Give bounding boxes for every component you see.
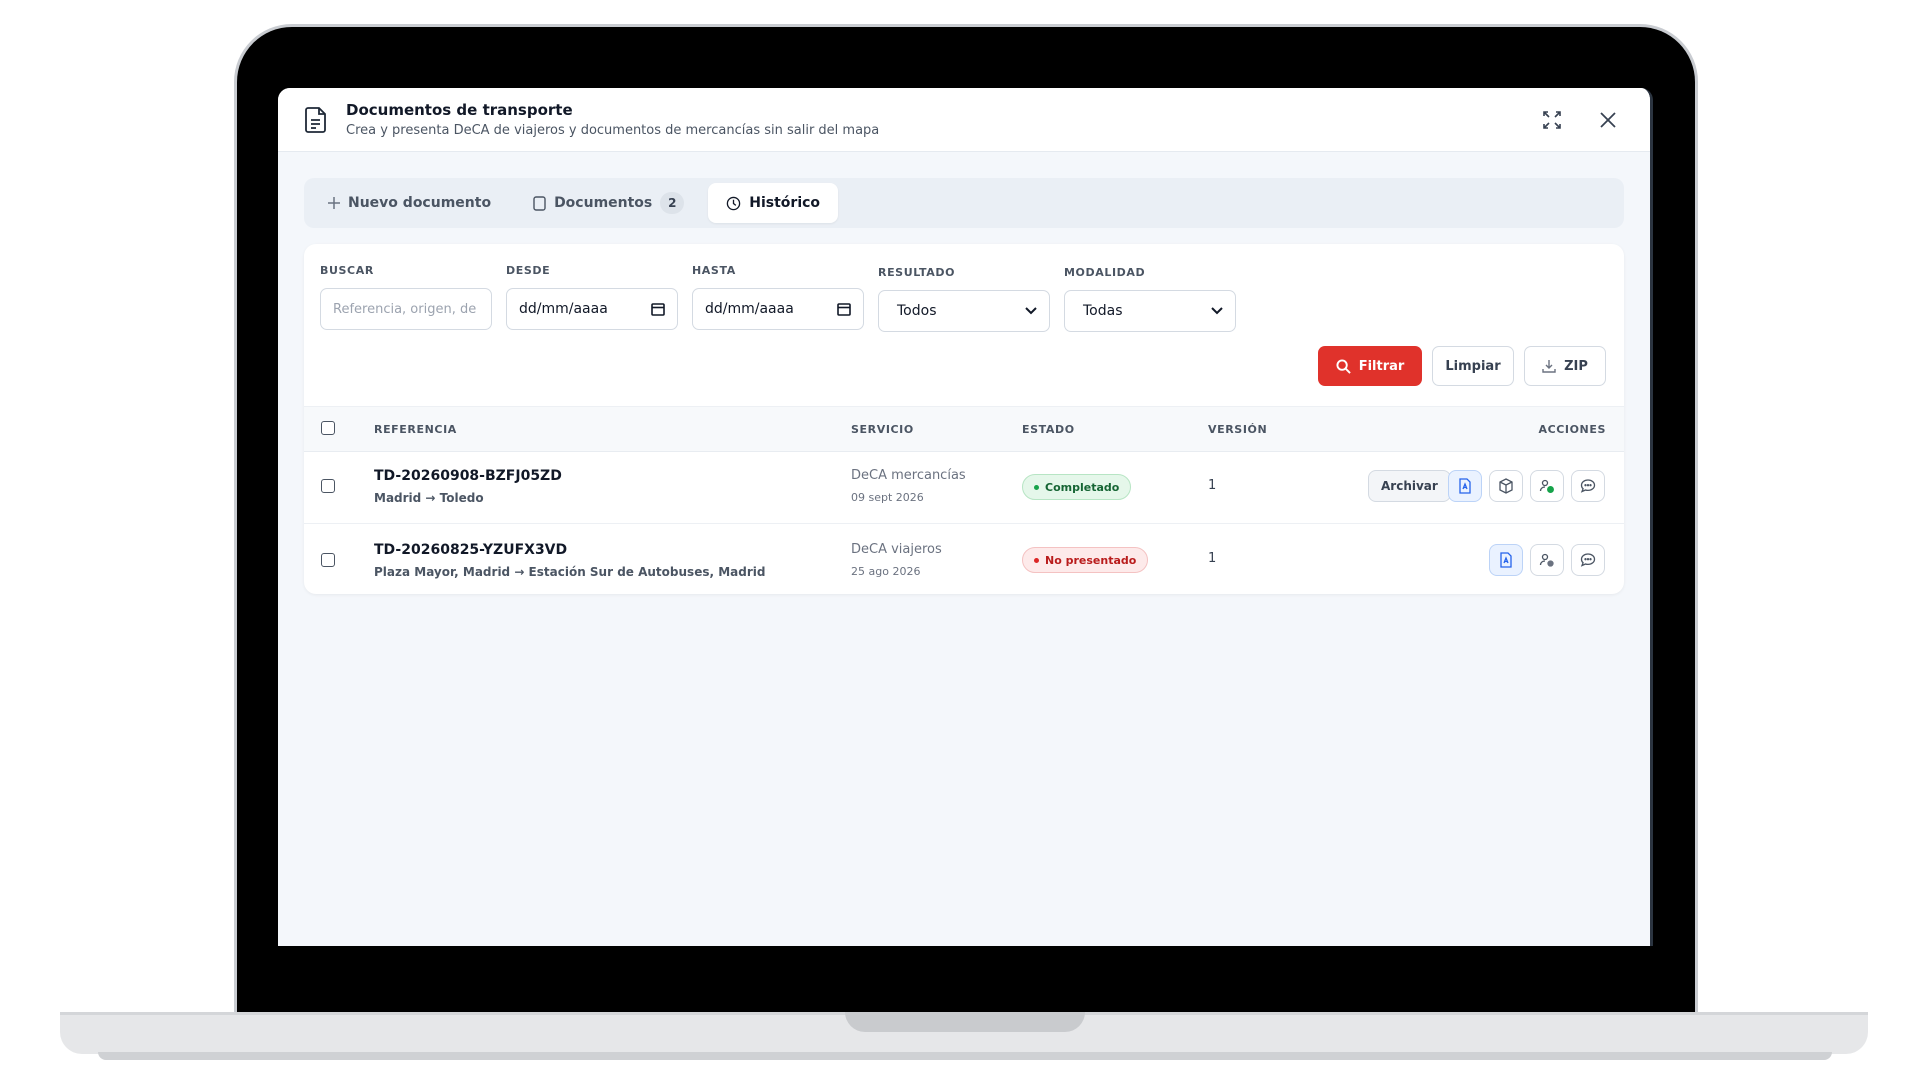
row-date: 09 sept 2026 (851, 491, 924, 504)
row-reference: TD-20260908-BZFJ05ZD (374, 468, 562, 484)
pdf-button[interactable] (1489, 544, 1523, 576)
tab-history-label: Histórico (749, 195, 821, 211)
document-icon (302, 104, 330, 136)
pdf-icon (1500, 552, 1512, 568)
modality-select[interactable]: Todas (1064, 290, 1236, 332)
row-route: Madrid → Toledo (374, 491, 484, 505)
header-version: VERSIÓN (1208, 423, 1268, 436)
user-check-icon (1539, 479, 1554, 493)
header-reference: REFERENCIA (374, 423, 457, 436)
from-date-value: dd/mm/aaaa (519, 301, 608, 317)
result-label: RESULTADO (878, 266, 956, 279)
header-service: SERVICIO (851, 423, 914, 436)
laptop-foot (98, 1052, 1832, 1060)
row-version: 1 (1208, 478, 1217, 493)
archive-button[interactable]: Archivar (1368, 470, 1451, 502)
status-badge: No presentado (1022, 547, 1149, 573)
zip-button-label: ZIP (1564, 358, 1588, 374)
modality-label: MODALIDAD (1064, 266, 1146, 279)
modal-subtitle: Crea y presenta DeCA de viajeros y docum… (346, 122, 880, 138)
status-dot (1034, 484, 1039, 490)
pdf-icon (1459, 478, 1471, 494)
calendar-icon (837, 303, 851, 316)
expand-icon (1543, 110, 1561, 129)
calendar-icon (651, 303, 665, 316)
row-reference: TD-20260825-YZUFX3VD (374, 542, 568, 558)
package-button[interactable] (1489, 470, 1523, 502)
row-date: 25 ago 2026 (851, 565, 921, 578)
chat-icon (1580, 553, 1596, 567)
to-date-input[interactable]: dd/mm/aaaa (692, 288, 864, 330)
tab-bar: Nuevo documento Documentos 2 Histórico (304, 178, 1624, 228)
clear-button-label: Limpiar (1445, 358, 1501, 374)
tab-new-document[interactable]: Nuevo documento (310, 183, 509, 223)
comment-button[interactable] (1571, 470, 1605, 502)
assign-user-button[interactable] (1530, 470, 1564, 502)
modal-title: Documentos de transporte (346, 100, 573, 119)
close-button[interactable] (1590, 102, 1626, 138)
search-label: BUSCAR (320, 264, 374, 277)
pdf-button[interactable] (1448, 470, 1482, 502)
documents-count-badge: 2 (660, 192, 685, 214)
download-icon (1542, 360, 1556, 373)
table-row: TD-20260908-BZFJ05ZD Madrid → Toledo DeC… (304, 450, 1624, 524)
tab-history[interactable]: Histórico (708, 183, 839, 223)
status-dot (1034, 557, 1039, 563)
expand-button[interactable] (1534, 102, 1570, 138)
laptop-notch (845, 1012, 1085, 1032)
comment-button[interactable] (1571, 544, 1605, 576)
modality-select-value: Todas (1083, 303, 1123, 319)
assign-user-button[interactable] (1530, 544, 1564, 576)
filter-button-label: Filtrar (1358, 358, 1405, 374)
tab-documents[interactable]: Documentos 2 (515, 183, 702, 223)
history-card: BUSCAR DESDE HASTA RESULTADO MODALIDAD R… (304, 244, 1624, 594)
search-input[interactable]: Referencia, origen, de (320, 288, 492, 330)
clock-icon (727, 196, 741, 210)
modal-header: Documentos de transporte Crea y presenta… (278, 88, 1650, 152)
filter-button[interactable]: Filtrar (1318, 346, 1422, 386)
header-status: ESTADO (1022, 423, 1075, 436)
status-badge: Completado (1022, 474, 1132, 500)
row-route: Plaza Mayor, Madrid → Estación Sur de Au… (374, 565, 766, 579)
from-label: DESDE (506, 264, 551, 277)
chat-icon (1580, 479, 1596, 493)
to-date-value: dd/mm/aaaa (705, 301, 794, 317)
to-label: HASTA (692, 264, 736, 277)
tab-new-document-label: Nuevo documento (348, 195, 492, 211)
row-service: DeCA mercancías (851, 468, 966, 483)
copy-icon (533, 195, 546, 211)
status-text: No presentado (1045, 553, 1137, 567)
package-icon (1499, 478, 1513, 494)
table-row: TD-20260825-YZUFX3VD Plaza Mayor, Madrid… (304, 524, 1624, 597)
header-actions: ACCIONES (1538, 423, 1606, 436)
result-select[interactable]: Todos (878, 290, 1050, 332)
row-service: DeCA viajeros (851, 542, 942, 557)
row-checkbox[interactable] (321, 553, 335, 567)
result-select-value: Todos (897, 303, 937, 319)
modal-window: Documentos de transporte Crea y presenta… (278, 88, 1653, 946)
from-date-input[interactable]: dd/mm/aaaa (506, 288, 678, 330)
tab-documents-label: Documentos (554, 195, 653, 211)
chevron-down-icon (1025, 307, 1037, 315)
close-icon (1600, 111, 1616, 128)
user-settings-icon (1539, 553, 1554, 567)
row-checkbox[interactable] (321, 479, 335, 493)
chevron-down-icon (1211, 307, 1223, 315)
zip-download-button[interactable]: ZIP (1524, 346, 1606, 386)
status-text: Completado (1045, 480, 1120, 494)
table-header: REFERENCIA SERVICIO ESTADO VERSIÓN ACCIO… (304, 406, 1624, 452)
row-version: 1 (1208, 551, 1217, 566)
plus-icon (328, 197, 340, 209)
search-icon (1336, 358, 1351, 374)
clear-button[interactable]: Limpiar (1432, 346, 1514, 386)
select-all-checkbox[interactable] (321, 421, 335, 435)
